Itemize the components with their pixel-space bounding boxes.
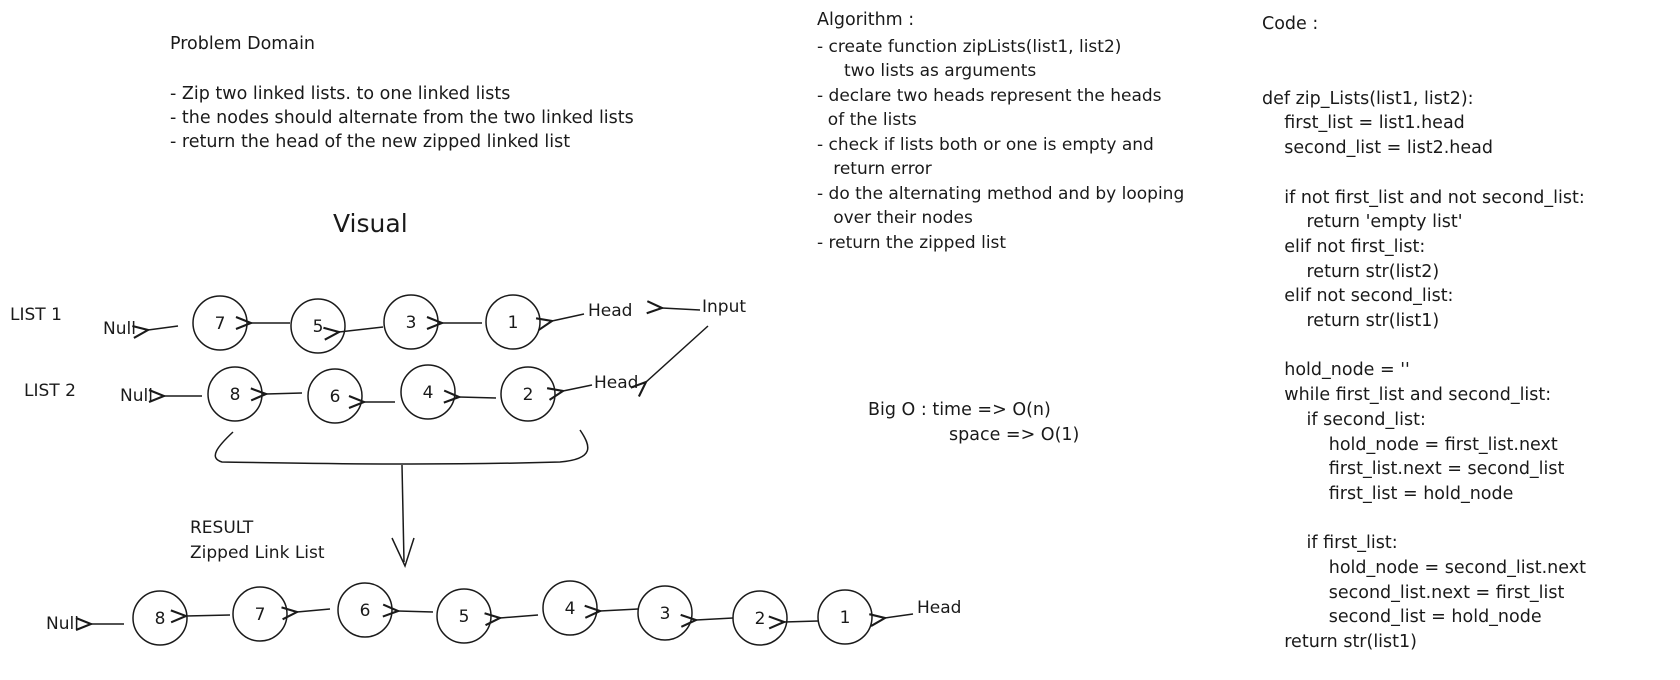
list1-node: 3 [383,294,439,350]
result-link-arrow [398,611,434,612]
svg-text:3: 3 [406,313,417,333]
result-node: 1 [817,589,873,645]
result-link-arrow [696,618,734,620]
list1-null-arrow [148,326,179,330]
list2-head-arrow [563,384,593,391]
result-sublabel: Zipped Link List [190,543,325,563]
result-link-arrow [297,609,331,612]
svg-text:2: 2 [523,385,534,405]
result-node: 4 [542,580,598,636]
list2-head-label: Head [594,373,638,393]
svg-text:3: 3 [660,604,671,624]
merge-shaft [401,464,405,563]
result-link-arrow [186,615,231,616]
merge-brace [214,429,589,465]
svg-text:5: 5 [459,607,470,627]
svg-text:8: 8 [230,385,241,405]
result-node: 7 [232,586,288,642]
result-node: 6 [337,582,393,638]
result-link-arrow [500,615,539,618]
svg-text:2: 2 [755,609,766,629]
result-null: Null [46,614,79,634]
list1-node: 1 [485,294,541,350]
result-link-arrow [784,621,819,622]
list1-head-label: Head [588,301,632,321]
svg-text:8: 8 [155,609,166,629]
linked-list-diagram: LIST 1 Null 7 5 3 1 Head Input LIST 2 Nu… [10,294,961,646]
result-node: 8 [132,590,188,646]
svg-text:1: 1 [508,313,519,333]
svg-text:4: 4 [423,383,434,403]
list2-node: 4 [400,364,456,420]
list2-node: 2 [500,366,556,422]
result-label: RESULT [190,518,254,538]
list1-null: Null [103,319,136,339]
list1-head-arrow [552,313,585,321]
list1-label: LIST 1 [10,305,62,325]
list2-link-arrow [266,393,303,394]
input-arrow-list1 [662,308,701,310]
result-link-arrow [600,609,639,611]
svg-text:5: 5 [313,317,324,337]
svg-text:4: 4 [565,599,576,619]
list1-node: 7 [192,295,248,351]
svg-text:7: 7 [255,605,266,625]
svg-text:6: 6 [360,601,371,621]
list2-null: Null [120,386,153,406]
svg-text:7: 7 [215,314,226,334]
result-node: 2 [732,590,788,646]
list1-node: 5 [290,298,346,354]
list2-node: 8 [207,366,263,422]
result-head-arrow [885,614,914,618]
result-node: 3 [637,585,693,641]
list2-node: 6 [307,368,363,424]
input-label: Input [702,297,746,317]
result-node: 5 [436,588,492,644]
svg-text:1: 1 [840,608,851,628]
svg-text:6: 6 [330,387,341,407]
input-arrow-list2 [646,325,709,382]
list2-link-arrow [459,397,497,398]
list2-label: LIST 2 [24,381,76,401]
result-head-label: Head [917,598,961,618]
